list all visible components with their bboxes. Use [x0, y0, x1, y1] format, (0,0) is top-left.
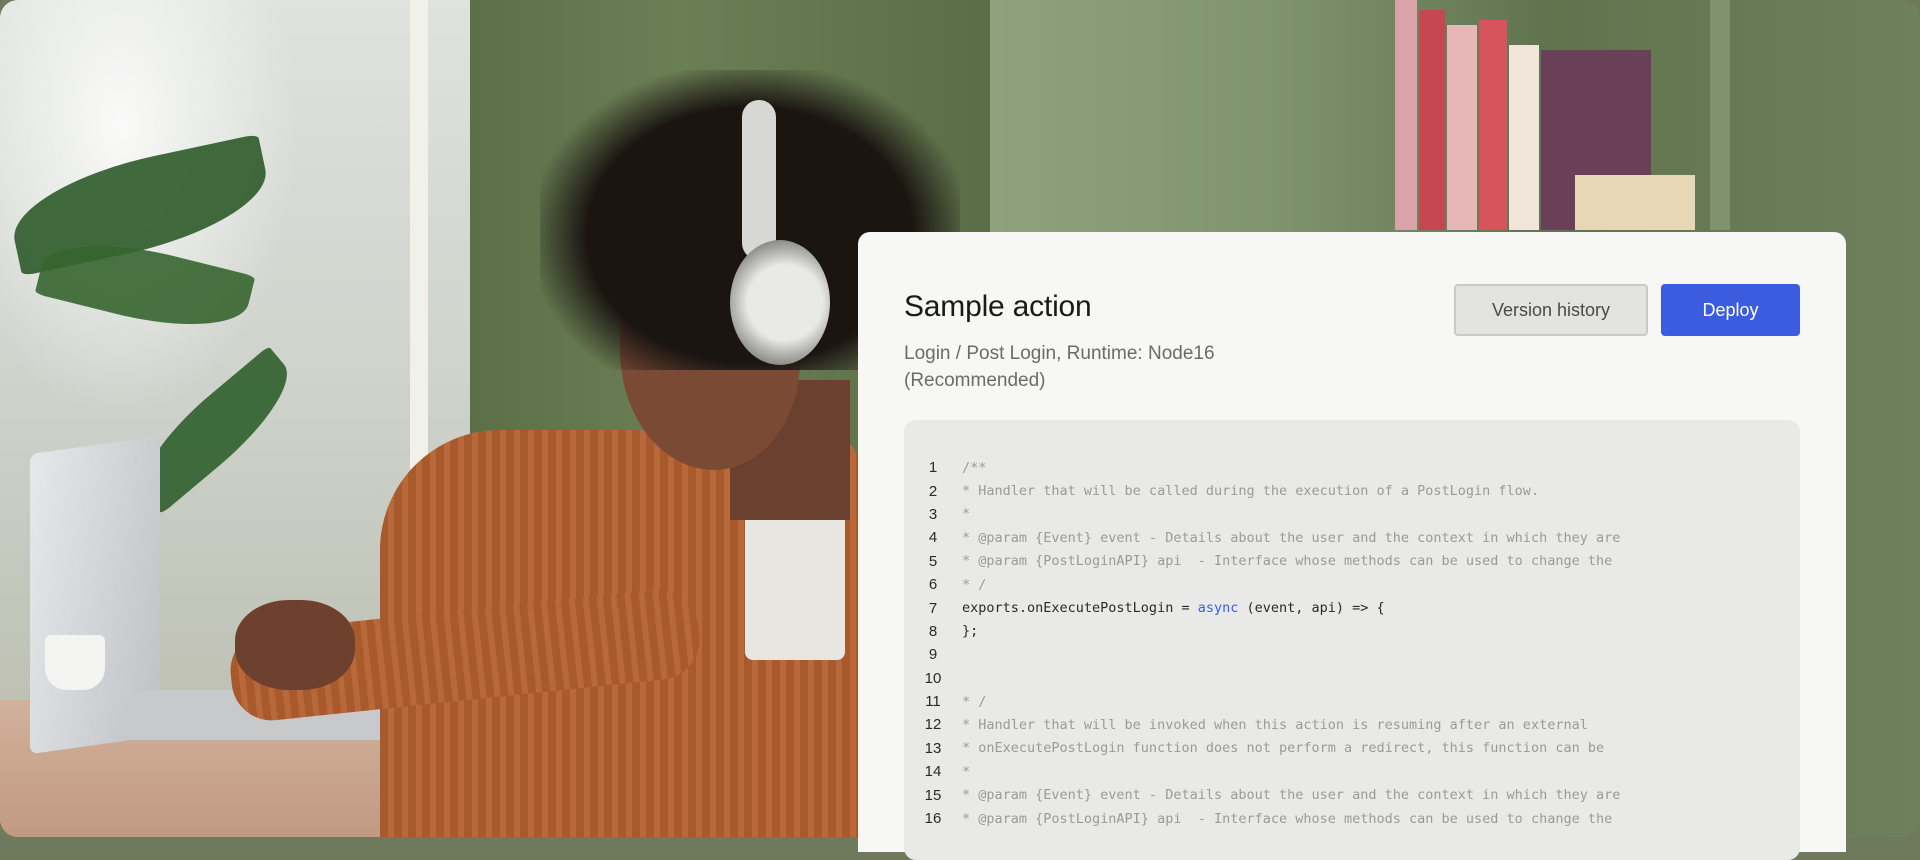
headphones-icon [730, 240, 830, 365]
line-number: 16 [924, 810, 942, 828]
line-number: 5 [928, 552, 938, 570]
line-number: 8 [928, 622, 938, 640]
code-text: exports.onExecutePostLogin = async (even… [962, 600, 1385, 616]
code-text: * / [962, 693, 987, 710]
code-editor[interactable]: 1 /** 2 * Handler that will be called durin… [904, 420, 1800, 860]
box [1575, 175, 1695, 230]
version-history-button[interactable]: Version history [1454, 284, 1648, 336]
code-text: * [962, 506, 971, 523]
line-number: 6 [928, 576, 938, 594]
code-line: 9 [904, 643, 1800, 666]
bookshelf [1395, 0, 1695, 230]
book [1447, 25, 1477, 230]
subtitle-line-2: (Recommended) [904, 370, 1046, 391]
book [1395, 0, 1417, 230]
deploy-button[interactable]: Deploy [1661, 284, 1800, 336]
line-number: 11 [925, 693, 941, 711]
code-line: 2 * Handler that will be called during th… [904, 479, 1800, 502]
line-number: 2 [928, 482, 938, 500]
line-number: 10 [924, 669, 942, 687]
code-text: * @param {Event} event - Details about t… [962, 787, 1621, 804]
code-text: * @param {PostLoginAPI} api - Interface … [962, 810, 1613, 827]
code-line: 13 * onExecutePostLogin function does not… [904, 737, 1800, 760]
line-number: 15 [924, 786, 942, 804]
code-text: * Handler that will be invoked when this… [962, 716, 1588, 733]
coffee-cup [45, 635, 105, 690]
book [1479, 20, 1507, 230]
code-line: 8}; [904, 620, 1800, 643]
code-line: 16 * @param {PostLoginAPI} api - Interfac… [904, 807, 1800, 830]
code-line: 6 * / [904, 573, 1800, 596]
action-trigger-runtime: Login / Post Login, Runtime: Node16 (Rec… [904, 340, 1264, 394]
line-number: 12 [924, 716, 942, 734]
page-title: Sample action [904, 290, 1092, 323]
code-text: * Handler that will be called during the… [962, 483, 1540, 500]
line-number: 3 [928, 505, 938, 523]
code-text: }; [962, 623, 979, 640]
shelf-upright [1710, 0, 1730, 230]
code-keyword: async [1197, 600, 1239, 617]
code-text: * @param {PostLoginAPI} api - Interface … [962, 553, 1613, 570]
code-text: * onExecutePostLogin function does not p… [962, 740, 1605, 757]
code-line: 1 /** [904, 456, 1800, 479]
code-lines: 1 /** 2 * Handler that will be called durin… [904, 456, 1800, 830]
person-hand [235, 600, 355, 690]
book [1419, 10, 1445, 230]
code-text-pre: exports.onExecutePostLogin = [962, 600, 1198, 617]
code-line: 12 * Handler that will be invoked when th… [904, 713, 1800, 736]
line-number: 14 [924, 763, 942, 781]
code-line: 10 [904, 667, 1800, 690]
code-line: 15 * @param {Event} event - Details about… [904, 783, 1800, 806]
code-text: * [962, 763, 971, 780]
action-editor-card: Sample action Login / Post Login, Runtim… [858, 232, 1846, 860]
code-line: 14 * [904, 760, 1800, 783]
line-number: 4 [928, 529, 938, 547]
code-line: 5 * @param {PostLoginAPI} api - Interface… [904, 550, 1800, 573]
code-text: * @param {Event} event - Details about t… [962, 529, 1621, 546]
line-number: 9 [928, 646, 938, 664]
line-number: 13 [924, 739, 942, 757]
code-line: 7 exports.onExecutePostLogin = async (eve… [904, 596, 1800, 619]
code-line: 11 * / [904, 690, 1800, 713]
code-text: /** [962, 459, 987, 476]
line-number: 1 [928, 459, 938, 477]
code-text-post: (event, api) => { [1238, 600, 1385, 617]
code-line: 3 * [904, 503, 1800, 526]
subtitle-line-1: Login / Post Login, Runtime: Node16 [904, 343, 1215, 364]
line-number: 7 [928, 599, 938, 617]
book [1509, 45, 1539, 230]
code-text: * / [962, 576, 987, 593]
headphones-band [742, 100, 776, 260]
code-line: 4 * @param {Event} event - Details about … [904, 526, 1800, 549]
